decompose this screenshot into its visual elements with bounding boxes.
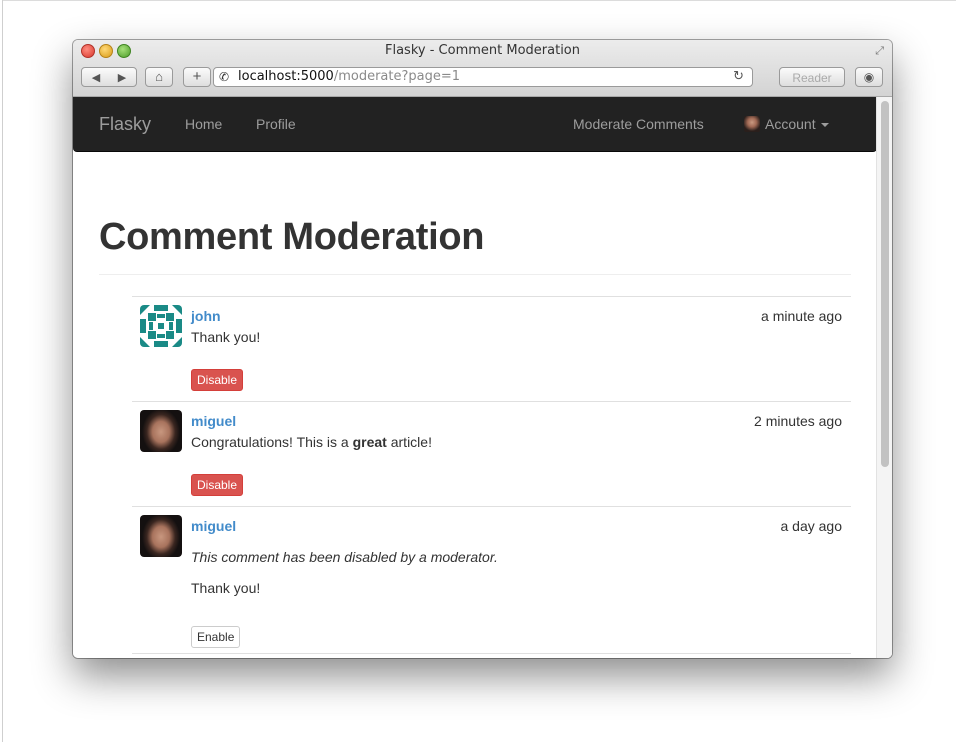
avatar[interactable] [140,410,182,452]
comment-author-link[interactable]: miguel [191,413,236,429]
comment-body-text: Congratulations! This is a [191,434,353,450]
back-arrow-icon[interactable]: ◀ [83,68,109,88]
url-text: localhost:5000/moderate?page=1 [238,68,460,86]
navbar-brand[interactable]: Flasky [99,114,151,135]
reload-icon[interactable]: ↻ [733,68,744,86]
add-bookmark-button[interactable]: + [183,67,211,87]
frame-border-left [2,0,3,742]
disable-button[interactable]: Disable [191,474,244,496]
back-forward-buttons: ◀ ▶ [81,67,137,87]
navbar: Flasky Home Profile Moderate Comments Ac… [73,97,877,152]
account-avatar [744,116,760,132]
web-content: Flasky Home Profile Moderate Comments Ac… [73,97,892,658]
download-icon: ◉ [863,70,875,84]
avatar[interactable] [140,515,182,557]
comment-date: a minute ago [761,308,842,324]
page-header: Comment Moderation [99,210,851,275]
comment-author-link[interactable]: miguel [191,518,236,534]
home-icon: ⌂ [155,69,163,84]
comment-body: Thank you! [191,580,261,596]
account-dropdown[interactable]: Account [744,116,829,132]
plus-icon: + [192,68,202,85]
forward-arrow-icon[interactable]: ▶ [109,68,135,88]
fullscreen-icon[interactable]: ⤢ [875,45,884,58]
comment-item: miguel 2 minutes ago Congratulations! Th… [132,401,851,506]
scrollbar-thumb[interactable] [881,101,889,467]
comment-date: a day ago [780,518,843,534]
downloads-button[interactable]: ◉ [855,67,883,87]
chevron-down-icon [820,123,829,127]
comment-item: john a minute ago Thank you! Disable [132,296,851,401]
address-bar[interactable]: ✆ localhost:5000/moderate?page=1 ↻ [213,67,753,87]
browser-window: Flasky - Comment Moderation ⤢ ◀ ▶ ⌂ + ✆ l… [73,40,892,658]
title-bar: Flasky - Comment Moderation ⤢ ◀ ▶ ⌂ + ✆ l… [73,40,892,97]
url-host: localhost:5000 [238,69,334,84]
comment-date: 2 minutes ago [754,413,842,429]
avatar[interactable] [140,305,182,347]
account-label: Account [765,116,816,132]
nav-moderate-comments-link[interactable]: Moderate Comments [573,116,704,132]
home-button[interactable]: ⌂ [145,67,173,87]
comment-body: Congratulations! This is a great article… [191,434,432,450]
window-title: Flasky - Comment Moderation [385,43,580,58]
comment-list: john a minute ago Thank you! Disable mig… [132,296,851,654]
identicon-icon [140,305,182,347]
comment-item: miguel a day ago This comment has been d… [132,506,851,654]
enable-button[interactable]: Enable [191,626,241,648]
reader-button[interactable]: Reader [779,67,845,87]
scrollbar[interactable] [876,97,892,658]
comment-body-bold: great [352,434,387,450]
comment-body-text-end: article! [386,434,432,450]
page-title: Comment Moderation [99,216,485,258]
nav-profile-link[interactable]: Profile [256,116,296,132]
frame-border-top [2,0,956,1]
disable-button[interactable]: Disable [191,369,244,391]
nav-home-link[interactable]: Home [185,116,222,132]
phone-icon: ✆ [219,70,230,84]
url-path: /moderate?page=1 [333,69,461,84]
comment-body: Thank you! [191,329,261,345]
moderator-note: This comment has been disabled by a mode… [191,549,498,565]
comment-author-link[interactable]: john [191,308,221,324]
